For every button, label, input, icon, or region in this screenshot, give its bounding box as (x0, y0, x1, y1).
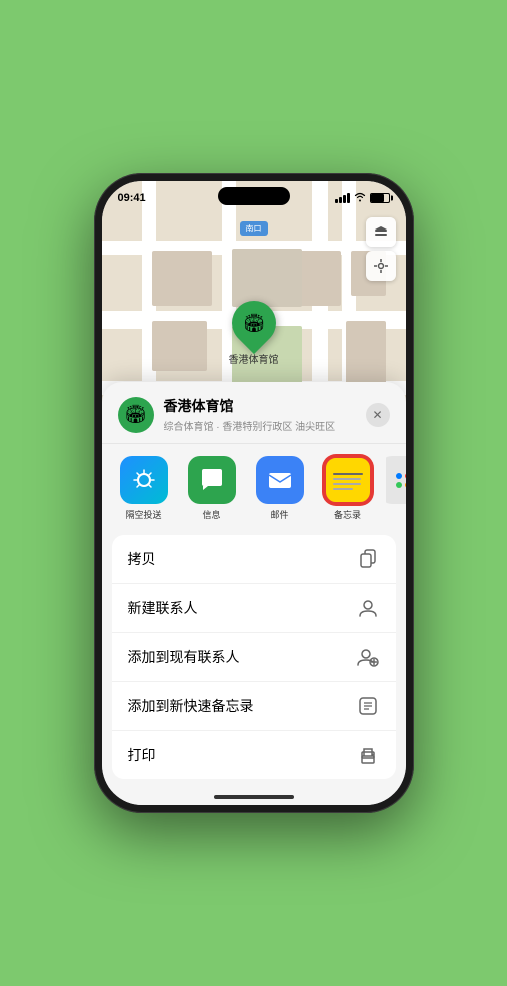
mail-label: 邮件 (270, 508, 288, 521)
close-icon: ✕ (372, 408, 382, 422)
map-label: 南口 (240, 221, 268, 236)
messages-label: 信息 (202, 508, 220, 521)
battery-icon (370, 193, 390, 203)
add-contact-label: 添加到现有联系人 (128, 647, 240, 667)
marker-pin-inner: 🏟 (238, 307, 270, 339)
home-indicator (214, 795, 294, 799)
location-name: 香港体育馆 (164, 396, 356, 416)
action-new-contact[interactable]: 新建联系人 (112, 584, 396, 633)
location-button[interactable] (366, 251, 396, 281)
wifi-icon (354, 192, 366, 205)
more-apps-icon (386, 456, 406, 504)
action-list: 拷贝 新建联系人 (112, 535, 396, 779)
notes-label: 备忘录 (334, 508, 361, 521)
location-marker: 🏟 香港体育馆 (229, 301, 279, 366)
location-header: 🏟 香港体育馆 综合体育馆 · 香港特别行政区 油尖旺区 ✕ (102, 382, 406, 444)
notes-icon (324, 456, 372, 504)
close-button[interactable]: ✕ (366, 403, 390, 427)
share-item-airdrop[interactable]: 隔空投送 (114, 456, 174, 521)
share-item-mail[interactable]: 邮件 (250, 456, 310, 521)
bottom-sheet: 🏟 香港体育馆 综合体育馆 · 香港特别行政区 油尖旺区 ✕ (102, 382, 406, 805)
airdrop-icon (120, 456, 168, 504)
status-time: 09:41 (118, 192, 146, 204)
map-layers-button[interactable] (366, 217, 396, 247)
location-subtitle: 综合体育馆 · 香港特别行政区 油尖旺区 (164, 418, 356, 433)
action-print[interactable]: 打印 (112, 731, 396, 779)
marker-pin: 🏟 (222, 292, 284, 354)
phone-frame: 09:41 (94, 173, 414, 813)
share-row: 隔空投送 信息 (102, 444, 406, 529)
location-avatar-icon: 🏟 (124, 404, 147, 425)
quick-note-icon (356, 694, 380, 718)
map-controls (366, 217, 396, 281)
location-avatar: 🏟 (118, 397, 154, 433)
signal-bars-icon (335, 193, 350, 203)
status-icons (335, 192, 390, 205)
notes-lines (329, 467, 367, 494)
action-quick-note[interactable]: 添加到新快速备忘录 (112, 682, 396, 731)
airdrop-label: 隔空投送 (125, 508, 161, 521)
new-contact-label: 新建联系人 (128, 598, 198, 618)
marker-pin-icon: 🏟 (242, 313, 265, 334)
share-item-notes[interactable]: 备忘录 (318, 456, 378, 521)
action-add-contact[interactable]: 添加到现有联系人 (112, 633, 396, 682)
share-item-messages[interactable]: 信息 (182, 456, 242, 521)
home-indicator-area (102, 785, 406, 805)
share-item-more[interactable] (386, 456, 406, 521)
copy-label: 拷贝 (128, 549, 156, 569)
dynamic-island (218, 187, 290, 205)
new-contact-icon (356, 596, 380, 620)
add-contact-icon (356, 645, 380, 669)
messages-icon (188, 456, 236, 504)
action-copy[interactable]: 拷贝 (112, 535, 396, 584)
quick-note-label: 添加到新快速备忘录 (128, 696, 254, 716)
print-icon (356, 743, 380, 767)
location-info: 香港体育馆 综合体育馆 · 香港特别行政区 油尖旺区 (164, 396, 356, 433)
copy-icon (356, 547, 380, 571)
print-label: 打印 (128, 745, 156, 765)
phone-screen: 09:41 (102, 181, 406, 805)
mail-icon (256, 456, 304, 504)
